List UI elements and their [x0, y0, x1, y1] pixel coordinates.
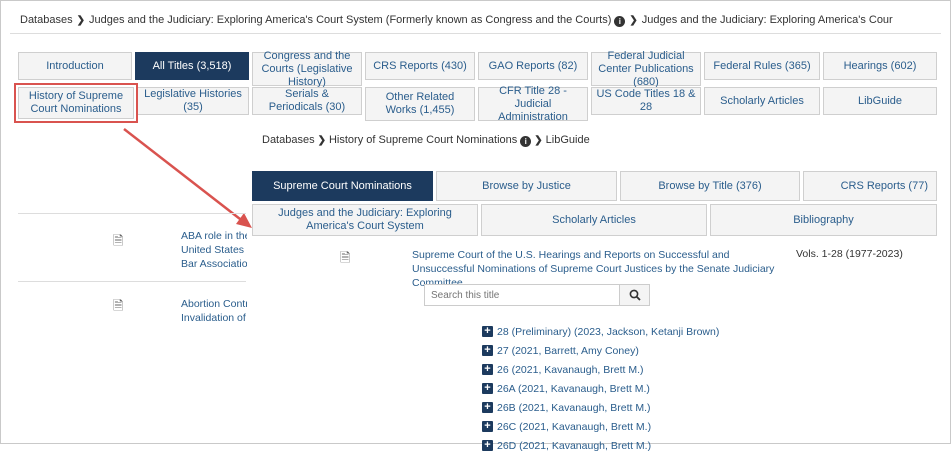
breadcrumb-collection[interactable]: History of Supreme Court Nominations [329, 134, 517, 146]
search-icon [629, 289, 641, 301]
search-input[interactable] [424, 284, 620, 306]
tab-browse-by-justice[interactable]: Browse by Justice [436, 171, 617, 201]
volume-list: +28 (Preliminary) (2023, Jackson, Ketanj… [482, 322, 719, 455]
row-divider [18, 213, 246, 214]
tab-label: Judges and the Judiciary: Exploring Amer… [278, 207, 452, 232]
tab-label: Browse by Title (376) [658, 179, 762, 192]
list-item[interactable]: +28 (Preliminary) (2023, Jackson, Ketanj… [482, 322, 719, 341]
tab-label: Supreme Court Nominations [273, 179, 412, 192]
volume-label: 26B (2021, Kavanaugh, Brett M.) [497, 401, 651, 414]
expand-plus-icon[interactable]: + [482, 440, 493, 451]
document-icon: 🗎 [113, 233, 124, 248]
tab-label: Browse by Justice [482, 179, 571, 192]
info-icon[interactable]: i [520, 136, 532, 147]
tab-crs-reports-sub[interactable]: CRS Reports (77) [803, 171, 937, 201]
document-icon: 🗎 [340, 250, 351, 265]
volume-label: 26 (2021, Kavanaugh, Brett M.) [497, 363, 644, 376]
row-divider [18, 281, 246, 282]
list-item-text: ABA role in the j [181, 230, 247, 242]
expand-plus-icon[interactable]: + [482, 421, 493, 432]
list-item-text: Abortion Contro [181, 298, 247, 310]
list-item[interactable]: +26C (2021, Kavanaugh, Brett M.) [482, 417, 719, 436]
list-item[interactable]: Abortion Contro Invalidation of F [181, 297, 247, 325]
chevron-right-icon: ❯ [317, 135, 326, 146]
sub-breadcrumb: Databases ❯ History of Supreme Court Nomin… [262, 134, 590, 147]
expand-plus-icon[interactable]: + [482, 345, 493, 356]
tab-browse-by-title[interactable]: Browse by Title (376) [620, 171, 800, 201]
tab-judges-and-judiciary[interactable]: Judges and the Judiciary: Exploring Amer… [252, 204, 478, 236]
breadcrumb-databases[interactable]: Databases [262, 134, 315, 146]
volume-label: 26D (2021, Kavanaugh, Brett M.) [497, 439, 652, 452]
tab-label: CRS Reports (77) [840, 179, 928, 192]
item-volumes: Vols. 1-28 (1977-2023) [796, 248, 903, 260]
expand-plus-icon[interactable]: + [482, 364, 493, 375]
chevron-right-icon: ❯ [534, 135, 543, 146]
expand-plus-icon[interactable]: + [482, 326, 493, 337]
document-icon: 🗎 [113, 298, 124, 313]
search-button[interactable] [620, 284, 650, 306]
tab-label: Bibliography [793, 213, 854, 226]
list-item[interactable]: +27 (2021, Barrett, Amy Coney) [482, 341, 719, 360]
list-item[interactable]: ABA role in the j United States Se Bar A… [181, 229, 247, 271]
list-item[interactable]: +26A (2021, Kavanaugh, Brett M.) [482, 379, 719, 398]
list-item-text: Invalidation of F [181, 312, 247, 324]
list-item[interactable]: +26D (2021, Kavanaugh, Brett M.) [482, 436, 719, 455]
breadcrumb-libguide[interactable]: LibGuide [546, 134, 590, 146]
expand-plus-icon[interactable]: + [482, 383, 493, 394]
list-item-text: Bar Association [181, 258, 247, 270]
list-item[interactable]: +26 (2021, Kavanaugh, Brett M.) [482, 360, 719, 379]
list-item-text: United States Se [181, 244, 247, 256]
tab-bibliography[interactable]: Bibliography [710, 204, 937, 236]
tab-label: Scholarly Articles [552, 213, 636, 226]
expand-plus-icon[interactable]: + [482, 402, 493, 413]
volume-label: 28 (Preliminary) (2023, Jackson, Ketanji… [497, 325, 720, 338]
volume-label: 26A (2021, Kavanaugh, Brett M.) [497, 382, 650, 395]
tab-scholarly-articles-sub[interactable]: Scholarly Articles [481, 204, 707, 236]
volume-label: 26C (2021, Kavanaugh, Brett M.) [497, 420, 652, 433]
volume-label: 27 (2021, Barrett, Amy Coney) [497, 344, 639, 357]
tab-supreme-court-nominations[interactable]: Supreme Court Nominations [252, 171, 433, 201]
list-item[interactable]: +26B (2021, Kavanaugh, Brett M.) [482, 398, 719, 417]
